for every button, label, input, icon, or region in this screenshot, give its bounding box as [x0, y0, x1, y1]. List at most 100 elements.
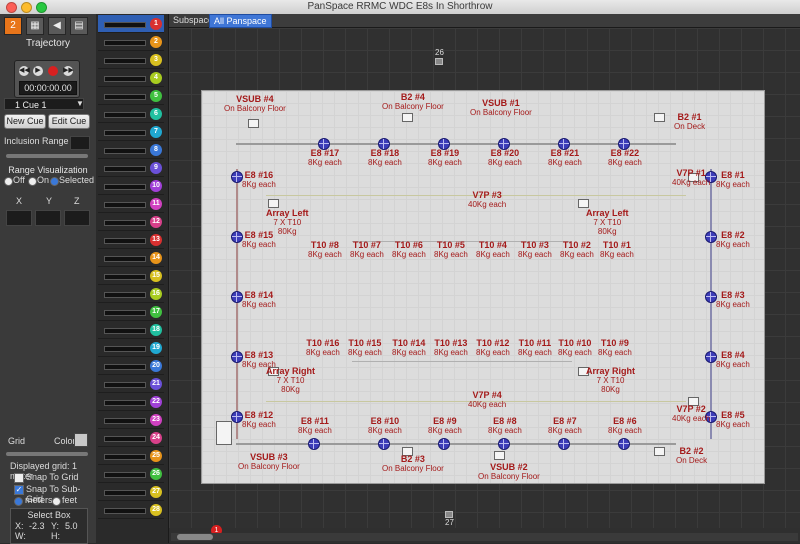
range-selected-radio[interactable]: [50, 177, 59, 186]
list-item[interactable]: 13: [98, 231, 164, 249]
list-item[interactable]: 19: [98, 339, 164, 357]
meters-radio[interactable]: [14, 497, 23, 506]
list-item[interactable]: 20: [98, 357, 164, 375]
tab-trajectory[interactable]: 2: [4, 17, 22, 35]
b2-1-enclosure[interactable]: [654, 113, 665, 122]
object-number-badge: 10: [150, 180, 162, 192]
label-e8-18: E8 #18 8Kg each: [368, 148, 402, 168]
label-t10-3: T10 #3 8Kg each: [518, 240, 552, 260]
list-item[interactable]: 22: [98, 393, 164, 411]
object-number-badge: 21: [150, 378, 162, 390]
list-item[interactable]: 7: [98, 123, 164, 141]
list-item[interactable]: 2: [98, 33, 164, 51]
x-field[interactable]: [6, 210, 32, 226]
grid-canvas[interactable]: 26 27 1 VSUB #4 On Balcony Floor B2 #4 O…: [169, 28, 800, 536]
list-item[interactable]: 24: [98, 429, 164, 447]
grid-color-swatch[interactable]: [74, 433, 88, 447]
vsub-4-enclosure[interactable]: [248, 119, 259, 128]
grid-size-slider[interactable]: [6, 452, 88, 456]
play-icon[interactable]: ▶: [33, 66, 43, 76]
object-number-badge: 14: [150, 252, 162, 264]
snap-to-subgrid-checkbox[interactable]: ✓: [14, 485, 24, 495]
workspace: Subspace: All Panspace 26 27 1 VSUB #4 O…: [169, 14, 800, 543]
new-cue-button[interactable]: New Cue: [4, 114, 46, 129]
speaker-e8-10[interactable]: [378, 438, 390, 450]
object-number-badge: 15: [150, 270, 162, 282]
label-e8-16: E8 #16 8Kg each: [242, 170, 276, 190]
list-item[interactable]: 6: [98, 105, 164, 123]
select-box-y-label: Y:: [51, 521, 60, 531]
list-item[interactable]: 5: [98, 87, 164, 105]
range-off-radio[interactable]: [4, 177, 13, 186]
object-marker-26[interactable]: 26: [435, 48, 444, 65]
list-item[interactable]: 8: [98, 141, 164, 159]
object-number-badge: 22: [150, 396, 162, 408]
list-item[interactable]: 27: [98, 483, 164, 501]
list-item[interactable]: 14: [98, 249, 164, 267]
label-t10-6: T10 #6 8Kg each: [392, 240, 426, 260]
list-item[interactable]: 3: [98, 51, 164, 69]
list-item[interactable]: 4: [98, 69, 164, 87]
object-marker-27[interactable]: 27: [445, 510, 454, 527]
speaker-e8-11[interactable]: [308, 438, 320, 450]
chevron-down-icon[interactable]: ▼: [76, 99, 84, 108]
list-item[interactable]: 23: [98, 411, 164, 429]
snap-to-grid-checkbox[interactable]: [14, 473, 24, 483]
list-item[interactable]: 25: [98, 447, 164, 465]
meters-label: meters: [25, 495, 53, 505]
cue-select[interactable]: 1 Cue 1: [4, 98, 84, 110]
edit-cue-button[interactable]: Edit Cue: [48, 114, 90, 129]
list-item[interactable]: 9: [98, 159, 164, 177]
film-icon[interactable]: ▤: [70, 17, 88, 35]
label-t10-16: T10 #16 8Kg each: [306, 338, 340, 358]
object-number-badge: 23: [150, 414, 162, 426]
array-left-enclosure[interactable]: [268, 199, 279, 208]
horizontal-scrollbar[interactable]: [171, 533, 798, 541]
y-field[interactable]: [35, 210, 61, 226]
label-e8-5: E8 #5 8Kg each: [716, 410, 750, 430]
b2-2-enclosure[interactable]: [654, 447, 665, 456]
rewind-icon[interactable]: ◀◀: [19, 66, 30, 76]
object-number-badge: 24: [150, 432, 162, 444]
list-item[interactable]: 17: [98, 303, 164, 321]
label-b2-2: B2 #2 On Deck: [676, 446, 708, 466]
list-item[interactable]: 10: [98, 177, 164, 195]
inclusion-range-field[interactable]: [70, 136, 90, 150]
window-titlebar: PanSpace RRMC WDC E8s In Shorthrow: [0, 0, 800, 15]
range-on-radio[interactable]: [28, 177, 37, 186]
label-e8-3: E8 #3 8Kg each: [716, 290, 750, 310]
speaker-e8-7[interactable]: [558, 438, 570, 450]
list-item[interactable]: 15: [98, 267, 164, 285]
record-icon[interactable]: [48, 66, 58, 76]
vsub-3-enclosure[interactable]: [216, 421, 232, 445]
list-item[interactable]: 21: [98, 375, 164, 393]
array-left-enclosure[interactable]: [578, 199, 589, 208]
label-array-right: Array Right 7 X T10 80Kg: [586, 366, 636, 395]
speaker-e8-8[interactable]: [498, 438, 510, 450]
speaker-e8-6[interactable]: [618, 438, 630, 450]
grid-view-icon[interactable]: ▦: [26, 17, 44, 35]
b2-4-enclosure[interactable]: [402, 113, 413, 122]
feet-radio[interactable]: [52, 497, 61, 506]
list-item[interactable]: 11: [98, 195, 164, 213]
range-visualization-label: Range Visualization: [8, 165, 88, 175]
vsub-2-enclosure[interactable]: [494, 451, 505, 460]
list-item[interactable]: 26: [98, 465, 164, 483]
label-e8-8: E8 #8 8Kg each: [488, 416, 522, 436]
scroll-thumb[interactable]: [177, 534, 213, 540]
speaker-e8-9[interactable]: [438, 438, 450, 450]
tab-all-panspace[interactable]: All Panspace: [209, 14, 272, 28]
list-item[interactable]: 28: [98, 501, 164, 519]
label-t10-8: T10 #8 8Kg each: [308, 240, 342, 260]
speaker-icon[interactable]: ◀: [48, 17, 66, 35]
object-number-badge: 16: [150, 288, 162, 300]
z-field[interactable]: [64, 210, 90, 226]
list-item[interactable]: 18: [98, 321, 164, 339]
label-vsub-4: VSUB #4 On Balcony Floor: [224, 94, 286, 114]
list-item[interactable]: 1: [98, 15, 164, 33]
list-item[interactable]: 12: [98, 213, 164, 231]
inclusion-range-slider[interactable]: [6, 154, 88, 158]
label-array-right: Array Right 7 X T10 80Kg: [266, 366, 316, 395]
list-item[interactable]: 16: [98, 285, 164, 303]
fast-forward-icon[interactable]: ▶▶: [63, 66, 74, 76]
